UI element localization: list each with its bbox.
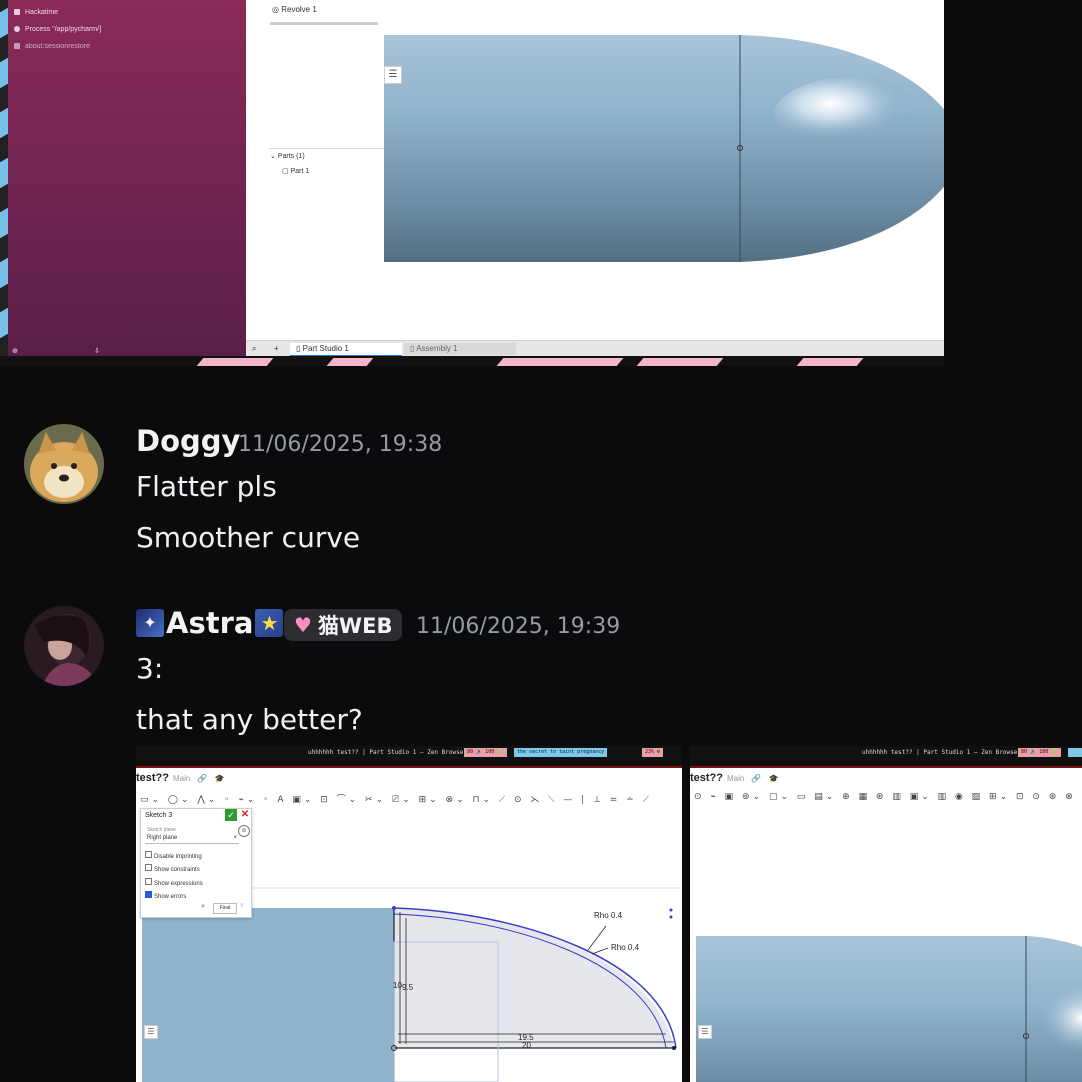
status-pill: 80 🔊 100 🔋 [464,748,507,757]
window-title: uhhhhhh test?? | Part Studio 1 — Zen Bro… [862,749,1021,756]
window-titlebar: uhhhhhh test?? | Part Studio 1 — Zen Bro… [690,746,1082,768]
feature-list-panel: ◎ Revolve 1 ⌄ Parts (1) ▢ Part 1 [246,0,385,340]
role-badge[interactable]: ♥ 猫WEB [284,609,403,641]
message-text: Flatter pls [136,470,277,503]
avatar-astra[interactable] [24,606,104,686]
part-icon: ▢ [282,168,289,175]
document-tabs: ⌕ + ▯ Part Studio 1 ▯ Assembly 1 [246,340,944,357]
status-pill: the secret to taint pregnancy [514,748,608,757]
option-show-constraints[interactable]: Show constraints [145,864,200,873]
heart-icon: ♥ [294,613,312,637]
branch-label: Main [173,774,191,783]
option-show-errors[interactable]: Show errors [145,891,186,900]
username[interactable]: Astra [166,606,253,640]
galaxy-emoji-icon: ✦ [136,609,164,637]
tab-assembly[interactable]: ▯ Assembly 1 [404,343,516,355]
sketch-toolbar[interactable]: ▭⌄ ◯⌄ ⋀⌄ ◦ ⌁⌄ ◦ A ▣⌄ ⊡ ⌒⌄ ✂⌄ ⎚⌄ ⊞⌄ ⊗⌄ ⊓⌄… [140,792,678,804]
browser-tab: Process "/app/pycharm/] [14,26,101,33]
feature-toolbar[interactable]: ⊙ ⌁ ▣ ⊚⌄ ▢⌄ ▭ ▤⌄ ⊕ ▦ ⊛ ▥ ▣⌄ ▥ ◉ ▨ ⊞⌄ ⊡ ⊙… [694,792,1078,804]
dimension-label: 9.5 [402,983,414,992]
final-button[interactable]: Final [213,903,237,914]
option-disable-imprinting[interactable]: Disable imprinting [145,851,202,860]
badge-label: 猫WEB [317,614,393,638]
star-emoji-icon: ★ [255,609,284,637]
list-toggle-icon[interactable]: ☰ [384,66,402,84]
message-text: Smoother curve [136,521,361,554]
search-icon[interactable]: ⌕ [201,903,205,911]
username[interactable]: Doggy [136,424,240,458]
view-normal-icon[interactable]: ⊘ [238,825,250,837]
add-tab-icon[interactable]: + [268,343,285,355]
sketch-dialog: Sketch 3 ✓ ✕ Sketch plane Right plane × ⊘… [140,808,252,918]
revolve-icon: ◎ [272,5,279,14]
rollback-bar [270,22,378,25]
status-pill [1068,748,1082,757]
timestamp: 11/06/2025, 19:39 [416,614,621,639]
document-title: test?? Main 🔗 🎓 [690,772,779,784]
help-icon[interactable]: ? [240,904,243,910]
message-text: that any better? [136,703,363,736]
dimension-label: Rho 0.4 [611,943,640,952]
window-title: uhhhhhh test?? | Part Studio 1 — Zen Bro… [308,749,467,756]
branch-label: Main [727,774,745,783]
list-toggle-icon[interactable]: ☰ [698,1025,712,1039]
sketch-plane-field[interactable]: Right plane × [145,833,239,844]
status-pill: 23% ⚙ [642,748,664,757]
bullet-model [384,35,966,262]
document-title: test?? Main 🔗 🎓 [136,772,225,784]
plus-icon: ⊕ [12,348,18,355]
close-icon[interactable]: ✕ [240,809,250,821]
status-pill: 80 🔊 100 🔋 [1018,748,1061,757]
attached-screenshot-onshape[interactable]: Hackatime Process "/app/pycharm/] about:… [0,0,966,366]
avatar-doggy[interactable] [24,424,104,504]
list-toggle-icon[interactable]: ☰ [144,1025,158,1039]
browser-tab: about:sessionrestore [14,43,90,50]
dimension-label: Rho 0.4 [594,911,623,920]
confirm-checkmark-icon[interactable]: ✓ [225,809,237,821]
message-text: 3: [136,652,164,685]
3d-viewport[interactable]: ☰ [384,0,966,340]
link-icon: 🔗 [197,774,208,783]
doge-avatar-image [24,424,104,504]
attached-screenshot-sketch[interactable]: uhhhhhh test?? | Part Studio 1 — Zen Bro… [136,746,682,1082]
part-item: ▢ Part 1 [282,168,310,175]
search-icon[interactable]: ⌕ [246,343,270,355]
link-icon: 🔗 [751,774,762,783]
window-titlebar: uhhhhhh test?? | Part Studio 1 — Zen Bro… [136,746,682,768]
astra-avatar-image [24,606,104,686]
option-show-expressions[interactable]: Show expressions [145,878,203,887]
tab-part-studio[interactable]: ▯ Part Studio 1 [290,343,402,357]
browser-tab: Hackatime [14,9,58,16]
3d-viewport [696,936,1082,1082]
parts-header: ⌄ Parts (1) [270,153,305,160]
feature-revolve: ◎ Revolve 1 [272,5,317,14]
attached-screenshot-model[interactable]: uhhhhhh test?? | Part Studio 1 — Zen Bro… [690,746,1082,1082]
dimension-label: 20 [522,1041,531,1050]
download-icon: ⇩ [94,348,100,355]
learning-icon: 🎓 [214,774,225,783]
wallpaper-bottom [0,356,944,366]
username-row[interactable]: ✦ Astra ★ [136,606,284,640]
browser-sidebar: Hackatime Process "/app/pycharm/] about:… [8,0,246,360]
learning-icon: 🎓 [768,774,779,783]
chevron-down-icon: ⌄ [270,153,276,160]
sketch-name: Sketch 3 [145,812,173,819]
timestamp: 11/06/2025, 19:38 [238,432,443,457]
divider [268,148,384,149]
